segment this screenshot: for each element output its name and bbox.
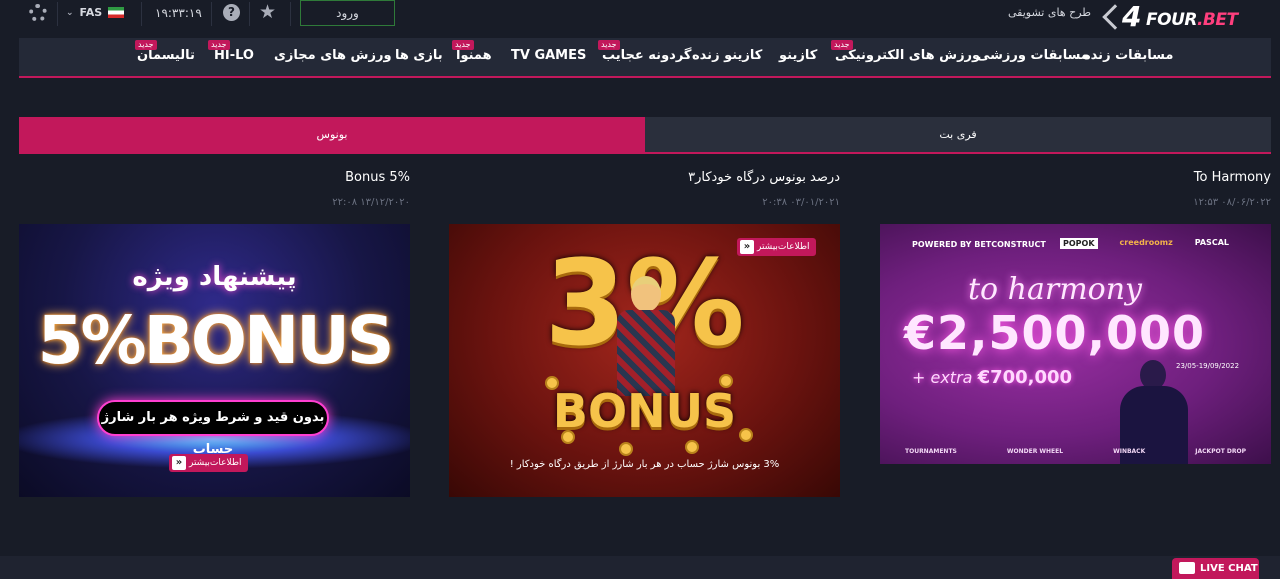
banner-pill: بدون قید و شرط ویژه هر بار شارژ حساب bbox=[97, 400, 329, 457]
nav-item-label: HI-LO bbox=[214, 48, 254, 63]
nav-item-casino[interactable]: کازینو bbox=[779, 48, 817, 63]
model-illustration bbox=[611, 276, 681, 396]
sponsor-logo: POPOK bbox=[1060, 238, 1098, 249]
new-badge: جدید bbox=[208, 40, 230, 50]
nav-item-games[interactable]: بازی ها bbox=[395, 48, 443, 63]
login-button[interactable]: ورود bbox=[300, 0, 395, 26]
more-info-button[interactable]: « اطلاعات‌بیشتر bbox=[737, 238, 816, 256]
banner-big-text: 5%BONUS bbox=[37, 302, 395, 379]
coin-icon bbox=[685, 440, 699, 454]
banner-footer: TOURNAMENTS WONDER WHEEL WINBACK JACKPOT… bbox=[880, 448, 1271, 455]
nav-item-live-matches[interactable]: مسابقات زنده bbox=[1083, 48, 1173, 63]
banner-amount: €2,500,000 bbox=[904, 306, 1206, 360]
nav-item-tv-games[interactable]: TV GAMES bbox=[511, 48, 586, 63]
iran-flag-icon bbox=[108, 7, 125, 18]
chevron-down-icon: ⌄ bbox=[66, 7, 74, 18]
tab-underline bbox=[19, 152, 1271, 154]
tab-freebet[interactable]: فری بت bbox=[645, 117, 1271, 152]
footer-item: WONDER WHEEL bbox=[1006, 448, 1064, 455]
help-icon[interactable]: ? bbox=[223, 4, 240, 21]
nav-item-hamnava[interactable]: همنوا جدید bbox=[452, 40, 492, 63]
nav-item-label: ورزش های الکترونیکی bbox=[835, 48, 981, 63]
divider bbox=[211, 2, 212, 26]
sponsor-logo: creedroomz bbox=[1119, 238, 1173, 247]
new-badge: جدید bbox=[135, 40, 157, 50]
new-badge: جدید bbox=[452, 40, 474, 50]
live-chat-button[interactable]: LIVE CHAT bbox=[1172, 558, 1259, 579]
coin-icon bbox=[739, 428, 753, 442]
promo-title[interactable]: ۳درصد بونوس درگاه خودکار bbox=[449, 170, 840, 185]
promo-title[interactable]: Bonus 5% bbox=[19, 170, 410, 185]
banner-bonus-text: BONUS bbox=[552, 384, 737, 438]
promo-card[interactable]: ۳درصد بونوس درگاه خودکار ۲۰:۳۸ ۰۳/۰۱/۲۰۲… bbox=[449, 170, 840, 497]
logo[interactable]: 4 FOUR.BET bbox=[1102, 0, 1262, 36]
promo-title[interactable]: To Harmony bbox=[880, 170, 1271, 185]
extra-prefix: + extra bbox=[912, 368, 973, 387]
logo-digit: 4 bbox=[1122, 0, 1142, 33]
divider bbox=[141, 2, 142, 26]
live-chat-label: LIVE CHAT bbox=[1200, 563, 1258, 574]
tab-bonus[interactable]: بونوس bbox=[19, 117, 645, 152]
coin-icon bbox=[719, 374, 733, 388]
clock: ۱۹:۳۳:۱۹ bbox=[155, 6, 202, 20]
nav-item-hi-lo[interactable]: HI-LO جدید bbox=[208, 40, 254, 63]
promo-tabs: بونوس فری بت bbox=[19, 117, 1271, 152]
divider bbox=[249, 2, 250, 26]
sponsor-logo: PASCAL bbox=[1194, 238, 1229, 247]
top-bar: ⌄ FAS ۱۹:۳۳:۱۹ ? ★ ورود طرح های تشویقی 4… bbox=[0, 0, 1280, 33]
nav-item-virtual-sports[interactable]: ورزش های مجازی bbox=[274, 48, 392, 63]
nav-item-live-casino[interactable]: کازینو زنده bbox=[692, 48, 762, 63]
settings-gear-icon[interactable] bbox=[29, 4, 47, 22]
coin-icon bbox=[619, 442, 633, 456]
nav-item-wonder-wheel[interactable]: گردونه عجایب جدید bbox=[598, 40, 692, 63]
banner-headline: پیشنهاد ویژه bbox=[132, 262, 297, 292]
promotions-link[interactable]: طرح های تشویقی bbox=[1008, 6, 1091, 19]
powered-by-text: POWERED BY BETCONSTRUCT bbox=[912, 240, 1046, 249]
footer-item: JACKPOT DROP bbox=[1195, 448, 1246, 455]
language-code: FAS bbox=[79, 6, 103, 19]
nav-item-label: تالیسمان bbox=[137, 48, 195, 63]
nav-item-label: گردونه عجایب bbox=[602, 48, 692, 63]
coin-icon bbox=[545, 376, 559, 390]
logo-text-main: FOUR bbox=[1146, 10, 1197, 30]
nav-item-talisman[interactable]: تالیسمان جدید bbox=[135, 40, 195, 63]
promo-date: ۱۲:۵۳ ۰۸/۰۶/۲۰۲۲ bbox=[1193, 197, 1271, 208]
language-selector[interactable]: ⌄ FAS bbox=[66, 6, 125, 19]
banner-note: 3% بونوس شارژ حساب در هر بار شارژ از طری… bbox=[509, 459, 780, 470]
divider bbox=[57, 2, 58, 26]
main-nav: مسابقات زنده مسابقات ورزشی ورزش های الکت… bbox=[19, 38, 1271, 78]
logo-text: FOUR.BET bbox=[1146, 10, 1238, 30]
promo-card[interactable]: Bonus 5% ۲۲:۰۸ ۱۳/۱۲/۲۰۲۰ پیشنهاد ویژه 5… bbox=[19, 170, 410, 497]
new-badge: جدید bbox=[831, 40, 853, 50]
footer-item: TOURNAMENTS bbox=[905, 448, 957, 455]
nav-item-sports[interactable]: مسابقات ورزشی bbox=[977, 48, 1089, 63]
promo-date: ۲۰:۳۸ ۰۳/۰۱/۲۰۲۱ bbox=[762, 197, 840, 208]
more-info-label: اطلاعات‌بیشتر bbox=[189, 458, 242, 468]
model-head bbox=[631, 276, 661, 312]
double-chevron-icon: « bbox=[740, 240, 754, 254]
banner-headline: to harmony bbox=[968, 272, 1142, 307]
chat-bubble-icon bbox=[1179, 562, 1195, 574]
footer-item: WINBACK bbox=[1113, 448, 1146, 455]
divider bbox=[290, 2, 291, 26]
nav-item-esports[interactable]: ورزش های الکترونیکی جدید bbox=[831, 40, 981, 63]
promo-banner[interactable]: POWERED BY BETCONSTRUCT POPOK creedroomz… bbox=[880, 224, 1271, 464]
more-info-button[interactable]: « اطلاعات‌بیشتر bbox=[169, 454, 248, 472]
coin-icon bbox=[561, 430, 575, 444]
promo-date: ۲۲:۰۸ ۱۳/۱۲/۲۰۲۰ bbox=[332, 197, 410, 208]
banner-dates: 23/05-19/09/2022 bbox=[1176, 362, 1240, 370]
promo-banner[interactable]: پیشنهاد ویژه 5%BONUS بدون قید و شرط ویژه… bbox=[19, 224, 410, 497]
promo-card[interactable]: To Harmony ۱۲:۵۳ ۰۸/۰۶/۲۰۲۲ POWERED BY B… bbox=[880, 170, 1271, 464]
promo-banner[interactable]: 3% BONUS 3% بونوس شارژ حساب در هر بار شا… bbox=[449, 224, 840, 497]
sponsor-logos: POPOK creedroomz PASCAL bbox=[1060, 238, 1229, 249]
extra-amount: €700,000 bbox=[977, 367, 1073, 388]
footer-bar bbox=[0, 556, 1280, 579]
new-badge: جدید bbox=[598, 40, 620, 50]
double-chevron-icon: « bbox=[172, 456, 186, 470]
more-info-label: اطلاعات‌بیشتر bbox=[757, 242, 810, 252]
nav-item-label: همنوا bbox=[456, 48, 492, 63]
banner-extra: + extra €700,000 bbox=[912, 367, 1072, 388]
logo-text-accent: .BET bbox=[1196, 10, 1238, 30]
favorites-star-icon[interactable]: ★ bbox=[259, 1, 276, 23]
